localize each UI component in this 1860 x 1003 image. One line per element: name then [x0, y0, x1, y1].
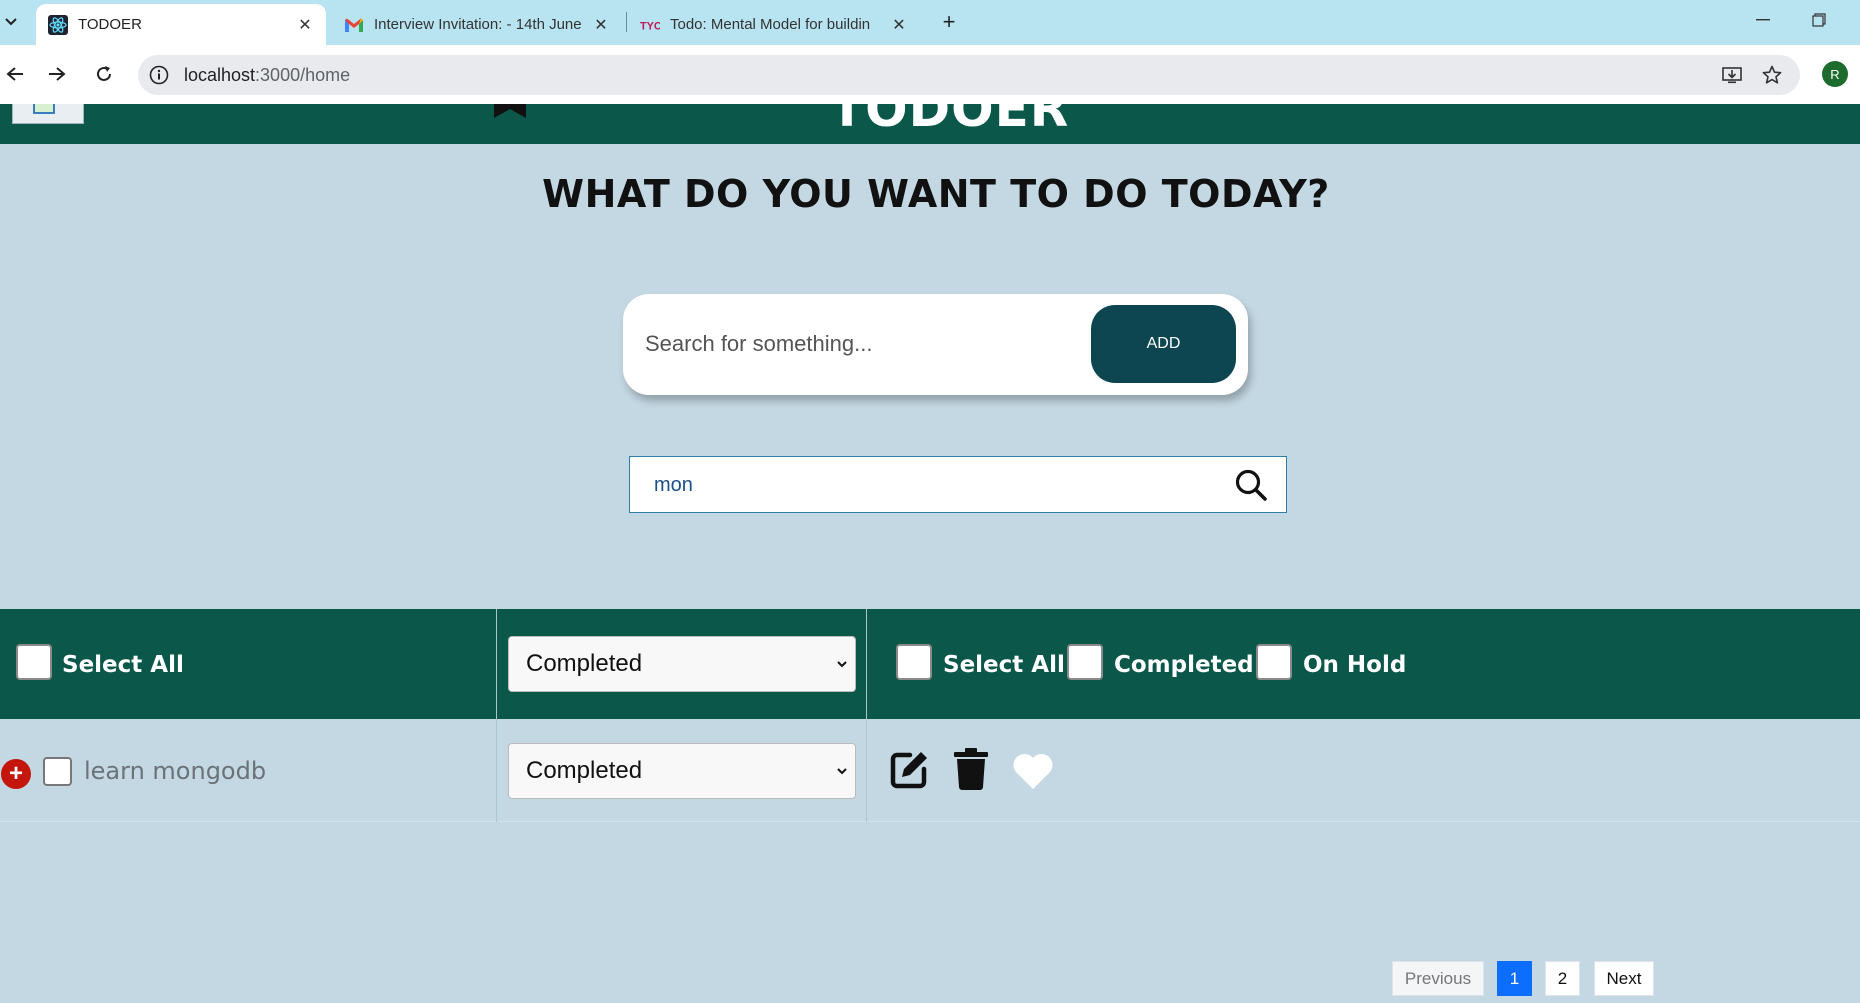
filter-select-all-label: Select All: [943, 652, 1065, 678]
filter-on-hold-label: On Hold: [1303, 652, 1407, 678]
restore-icon[interactable]: [1802, 6, 1836, 34]
close-tab-icon[interactable]: ✕: [296, 16, 314, 34]
add-todo-form: ADD: [623, 294, 1248, 395]
task-title: learn mongodb: [84, 757, 267, 785]
tab-title: Todo: Mental Model for buildin: [670, 16, 871, 33]
url-host: localhost: [184, 64, 256, 85]
column-divider: [866, 719, 867, 822]
heart-icon[interactable]: [1011, 751, 1055, 791]
filter-completed-label: Completed: [1114, 652, 1254, 678]
app-header: TODOER: [0, 104, 1860, 144]
tab-title: Interview Invitation: - 14th June: [374, 16, 582, 33]
task-status-value: Completed: [526, 757, 643, 784]
search-box: [629, 456, 1287, 513]
site-info-icon[interactable]: [146, 62, 172, 88]
close-tab-icon[interactable]: ✕: [890, 16, 908, 34]
add-todo-input[interactable]: [645, 324, 1065, 364]
url-text: localhost:3000/home: [184, 65, 350, 86]
tab-separator: [626, 12, 627, 32]
expand-plus-icon[interactable]: +: [1, 759, 31, 789]
forward-arrow-icon[interactable]: [42, 59, 72, 89]
filter-on-hold-checkbox[interactable]: [1256, 644, 1292, 680]
table-row: + learn mongodb Completed: [0, 719, 1860, 822]
tab-list-chevron-icon[interactable]: [0, 8, 22, 36]
tab-gmail[interactable]: Interview Invitation: - 14th June ✕: [332, 4, 622, 45]
close-tab-icon[interactable]: ✕: [592, 16, 610, 34]
select-all-label: Select All: [62, 652, 184, 678]
profile-avatar[interactable]: R: [1822, 61, 1848, 87]
bulk-status-value: Completed: [526, 650, 643, 677]
bookmark-icon[interactable]: [494, 104, 526, 118]
chevron-down-icon: [837, 768, 847, 775]
select-all-checkbox[interactable]: [16, 644, 52, 680]
column-divider: [496, 609, 497, 719]
install-app-icon[interactable]: [1718, 61, 1746, 89]
filter-completed-checkbox[interactable]: [1067, 644, 1103, 680]
bookmark-star-icon[interactable]: [1758, 61, 1786, 89]
trash-icon[interactable]: [953, 747, 989, 791]
tab-todoer[interactable]: TODOER ✕: [36, 4, 326, 45]
reload-icon[interactable]: [89, 59, 119, 89]
gmail-icon: [344, 15, 364, 35]
svg-text:TYC: TYC: [640, 20, 660, 32]
app-logo[interactable]: [12, 104, 84, 124]
search-icon[interactable]: [1234, 468, 1268, 502]
page-2-button[interactable]: 2: [1545, 961, 1580, 996]
bulk-status-select[interactable]: Completed: [508, 636, 856, 692]
table-header: Select All Completed Select All Complete…: [0, 609, 1860, 719]
tab-title: TODOER: [78, 16, 142, 33]
filter-select-all-checkbox[interactable]: [896, 644, 932, 680]
browser-toolbar: localhost:3000/home R: [0, 45, 1860, 104]
url-path: :3000/home: [255, 64, 351, 85]
browser-tab-bar: TODOER ✕ Interview Invitation: - 14th Ju…: [0, 0, 1860, 45]
task-status-select[interactable]: Completed: [508, 743, 856, 799]
brand-title: TODOER: [830, 104, 1070, 138]
search-input[interactable]: [654, 469, 1214, 501]
chevron-down-icon: [837, 661, 847, 668]
next-page-button[interactable]: Next: [1594, 961, 1654, 996]
page-heading: WHAT DO YOU WANT TO DO TODAY?: [542, 172, 1330, 216]
back-arrow-icon[interactable]: [0, 59, 30, 89]
minimize-icon[interactable]: [1746, 6, 1780, 34]
column-divider: [866, 609, 867, 719]
tyc-icon: TYC: [640, 15, 660, 35]
tab-tyc[interactable]: TYC Todo: Mental Model for buildin ✕: [628, 4, 920, 45]
previous-page-button[interactable]: Previous: [1392, 961, 1484, 996]
new-tab-icon[interactable]: +: [935, 8, 963, 36]
column-divider: [496, 719, 497, 822]
react-icon: [48, 14, 68, 35]
add-button[interactable]: ADD: [1091, 305, 1236, 383]
page-1-button[interactable]: 1: [1497, 961, 1532, 996]
edit-icon[interactable]: [888, 749, 930, 791]
address-bar[interactable]: localhost:3000/home: [138, 55, 1800, 95]
task-checkbox[interactable]: [43, 757, 72, 786]
